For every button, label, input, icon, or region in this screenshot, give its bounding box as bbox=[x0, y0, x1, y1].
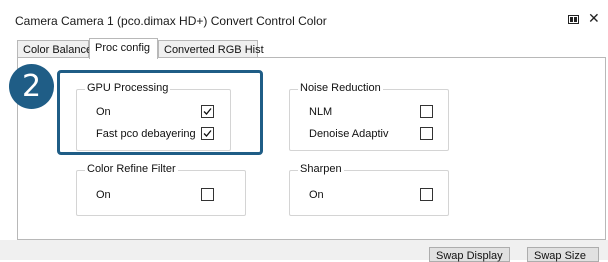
denoise-adaptiv-label: Denoise Adaptiv bbox=[309, 128, 389, 140]
tab-label: Proc config bbox=[95, 42, 151, 54]
sharpen-on-checkbox[interactable] bbox=[420, 188, 433, 201]
color-refine-filter-group: Color Refine Filter On bbox=[76, 163, 246, 216]
denoise-adaptiv-checkbox[interactable] bbox=[420, 127, 433, 140]
color-refine-on-label: On bbox=[96, 189, 111, 201]
color-refine-on-checkbox[interactable] bbox=[201, 188, 214, 201]
sharpen-group: Sharpen On bbox=[289, 163, 449, 216]
close-icon[interactable]: ✕ bbox=[588, 11, 600, 25]
title-bar: Camera Camera 1 (pco.dimax HD+) Convert … bbox=[0, 0, 608, 38]
noise-reduction-group: Noise Reduction NLM Denoise Adaptiv bbox=[289, 82, 449, 151]
sharpen-on-label: On bbox=[309, 189, 324, 201]
tab-strip: Color Balance Proc config Converted RGB … bbox=[17, 38, 607, 59]
nlm-label: NLM bbox=[309, 106, 333, 118]
nlm-checkbox[interactable] bbox=[420, 105, 433, 118]
tab-color-balance[interactable]: Color Balance bbox=[17, 40, 93, 58]
pin-icon[interactable] bbox=[568, 15, 579, 24]
group-title: Sharpen bbox=[298, 163, 344, 175]
tab-proc-config[interactable]: Proc config bbox=[89, 38, 158, 59]
tab-label: Converted RGB Hist bbox=[164, 44, 264, 56]
annotation-highlight bbox=[57, 70, 263, 155]
window-title: Camera Camera 1 (pco.dimax HD+) Convert … bbox=[15, 14, 327, 28]
group-title: Color Refine Filter bbox=[85, 163, 178, 175]
bottom-bar bbox=[0, 240, 608, 260]
tab-label: Color Balance bbox=[23, 44, 93, 56]
tab-converted-rgb-hist[interactable]: Converted RGB Hist bbox=[158, 40, 264, 58]
group-title: Noise Reduction bbox=[298, 82, 383, 94]
step-badge: 2 bbox=[9, 64, 54, 109]
